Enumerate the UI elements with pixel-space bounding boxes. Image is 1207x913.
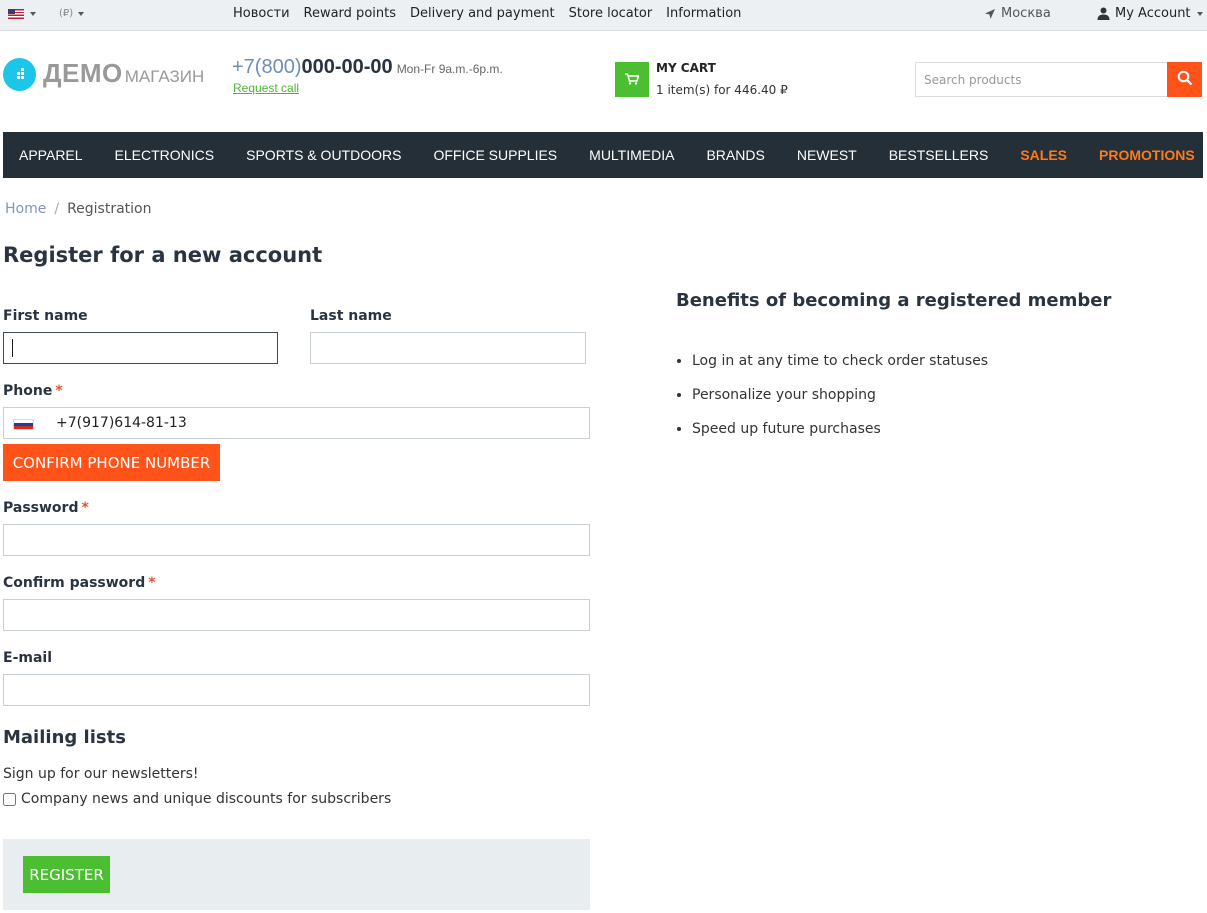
list-item: Speed up future purchases [692, 421, 988, 455]
top-link-information[interactable]: Information [666, 6, 741, 21]
nav-item-apparel[interactable]: APPAREL [3, 147, 99, 163]
us-flag-icon[interactable] [8, 9, 24, 19]
nav-item-sports-outdoors[interactable]: SPORTS & OUTDOORS [230, 147, 417, 163]
request-call-link[interactable]: Request call [233, 81, 299, 95]
newsletter-checkbox[interactable] [3, 793, 16, 806]
breadcrumb: Home / Registration [5, 201, 152, 217]
city-selector[interactable]: Москва [984, 6, 1051, 21]
confirm-phone-button[interactable]: CONFIRM PHONE NUMBER [3, 444, 220, 481]
nav-item-newest[interactable]: NEWEST [781, 147, 873, 163]
page-title: Register for a new account [3, 243, 323, 267]
email-field[interactable] [3, 674, 590, 706]
top-link-store-locator[interactable]: Store locator [569, 6, 653, 21]
first-name-label: First name [3, 308, 88, 324]
text-cursor [12, 339, 13, 357]
russia-flag-icon[interactable] [13, 419, 34, 430]
phone-value[interactable]: +7(917)614-81-13 [56, 415, 187, 431]
top-bar: (₽) Новости Reward points Delivery and p… [0, 0, 1207, 31]
email-label: E-mail [3, 650, 53, 666]
breadcrumb-home[interactable]: Home [5, 201, 46, 217]
mailing-lists-title: Mailing lists [3, 727, 126, 748]
nav-item-multimedia[interactable]: MULTIMEDIA [573, 147, 690, 163]
top-link-news[interactable]: Новости [233, 6, 290, 21]
header-phone: +7(800)000-00-00 Mon-Fr 9a.m.-6p.m. [232, 56, 503, 79]
benefits-list: Log in at any time to check order status… [692, 353, 988, 455]
password-label: Password * [3, 500, 89, 516]
logo[interactable]: ДЕМО МАГАЗИН [43, 58, 204, 89]
nav-item-promotions[interactable]: PROMOTIONS [1083, 147, 1207, 163]
list-item: Log in at any time to check order status… [692, 353, 988, 387]
top-link-reward-points[interactable]: Reward points [304, 6, 396, 21]
user-icon [1097, 7, 1110, 20]
phone-code: +7(800) [232, 56, 302, 78]
last-name-label: Last name [310, 308, 392, 324]
required-mark: * [55, 383, 63, 399]
cart-title[interactable]: MY CART [656, 61, 716, 75]
search-icon [1177, 70, 1192, 86]
account-chevron-down-icon [1196, 11, 1203, 16]
nav-item-bestsellers[interactable]: BESTSELLERS [873, 147, 1005, 163]
cart-icon [625, 73, 639, 85]
breadcrumb-separator: / [54, 201, 60, 217]
my-account-menu[interactable]: My Account [1097, 6, 1203, 21]
top-link-delivery[interactable]: Delivery and payment [410, 6, 555, 21]
logo-main-text: ДЕМО [43, 58, 123, 88]
first-name-field[interactable] [3, 332, 278, 364]
confirm-password-field[interactable] [3, 599, 590, 631]
phone-label: Phone * [3, 383, 63, 399]
breadcrumb-current: Registration [67, 201, 152, 217]
logo-icon[interactable] [3, 58, 36, 91]
currency-selector[interactable]: (₽) [59, 8, 73, 19]
top-links: Новости Reward points Delivery and payme… [226, 6, 748, 21]
working-hours: Mon-Fr 9a.m.-6p.m. [396, 62, 503, 76]
my-account-label: My Account [1115, 6, 1191, 21]
cart-button[interactable] [615, 62, 649, 97]
language-chevron-down-icon[interactable] [30, 12, 36, 16]
search-button[interactable] [1167, 62, 1202, 97]
confirm-password-label: Confirm password * [3, 575, 156, 591]
last-name-field[interactable] [310, 332, 586, 364]
main-nav: APPAREL ELECTRONICS SPORTS & OUTDOORS OF… [3, 132, 1203, 178]
nav-item-sales[interactable]: SALES [1004, 147, 1083, 163]
nav-item-electronics[interactable]: ELECTRONICS [99, 147, 231, 163]
newsletter-label[interactable]: Company news and unique discounts for su… [21, 791, 391, 807]
cart-summary[interactable]: 1 item(s) for 446.40 ₽ [656, 83, 788, 97]
nav-item-brands[interactable]: BRANDS [690, 147, 780, 163]
location-arrow-icon [985, 8, 995, 19]
city-label: Москва [1001, 6, 1051, 21]
nav-item-office-supplies[interactable]: OFFICE SUPPLIES [417, 147, 573, 163]
phone-field[interactable]: +7(917)614-81-13 [3, 407, 590, 439]
logo-sub-text: МАГАЗИН [124, 67, 205, 86]
signup-text: Sign up for our newsletters! [3, 766, 199, 782]
register-button[interactable]: REGISTER [23, 856, 110, 893]
search-input[interactable] [915, 62, 1168, 97]
currency-chevron-down-icon[interactable] [78, 12, 84, 16]
password-field[interactable] [3, 524, 590, 556]
phone-number: 000-00-00 [301, 56, 393, 78]
benefits-title: Benefits of becoming a registered member [676, 290, 1112, 311]
list-item: Personalize your shopping [692, 387, 988, 421]
